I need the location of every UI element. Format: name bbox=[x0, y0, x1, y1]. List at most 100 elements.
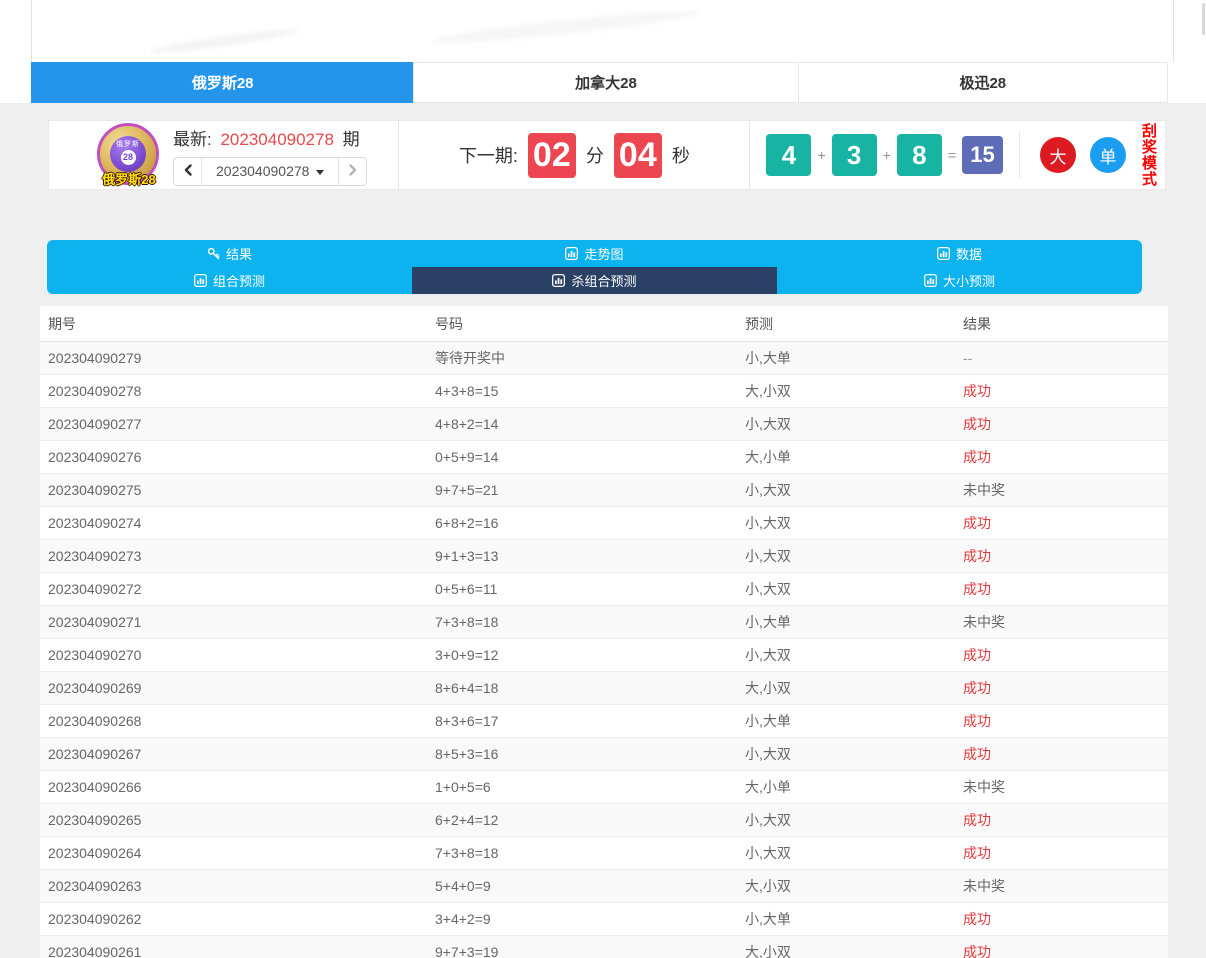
prediction-cell: 小,大单 bbox=[745, 711, 963, 731]
chart-icon bbox=[565, 247, 578, 260]
result-cell: -- bbox=[963, 350, 1168, 366]
lottery-logo: 俄罗斯 28 俄罗斯28 bbox=[97, 123, 161, 187]
tab-russia-28[interactable]: 俄罗斯28 bbox=[31, 62, 414, 103]
sum-box: 15 bbox=[962, 136, 1003, 174]
period-cell: 202304090275 bbox=[48, 482, 435, 498]
table-row: 202304090279等待开奖中小,大单-- bbox=[40, 342, 1168, 375]
prediction-cell: 小,大双 bbox=[745, 546, 963, 566]
nav-trend-chart[interactable]: 走势图 bbox=[412, 240, 777, 267]
result-cell: 成功 bbox=[963, 942, 1168, 958]
nav-results[interactable]: 结果 bbox=[47, 240, 412, 267]
drawn-number-box: 4 bbox=[766, 134, 811, 176]
numbers-cell: 9+7+3=19 bbox=[435, 944, 745, 958]
chart-icon bbox=[552, 274, 565, 287]
numbers-cell: 8+6+4=18 bbox=[435, 680, 745, 696]
period-cell: 202304090261 bbox=[48, 944, 435, 958]
result-cell: 成功 bbox=[963, 381, 1168, 401]
badge-odd: 单 bbox=[1090, 137, 1126, 173]
nav-big-small-prediction-label: 大小预测 bbox=[943, 271, 995, 290]
numbers-cell: 8+3+6=17 bbox=[435, 713, 745, 729]
chart-icon bbox=[194, 274, 207, 287]
chart-icon bbox=[937, 247, 950, 260]
numbers-cell: 0+5+9=14 bbox=[435, 449, 745, 465]
lottery-info-card: 俄罗斯 28 俄罗斯28 最新: 202304090278 期 20230409… bbox=[48, 120, 1166, 190]
scratch-mode-toggle[interactable]: 刮奖模式 bbox=[1140, 123, 1157, 187]
numbers-cell: 0+5+6=11 bbox=[435, 581, 745, 597]
result-cell: 成功 bbox=[963, 744, 1168, 764]
numbers-cell: 3+0+9=12 bbox=[435, 647, 745, 663]
table-row: 2023040902717+3+8=18小,大单未中奖 bbox=[40, 606, 1168, 639]
prediction-cell: 小,大双 bbox=[745, 645, 963, 665]
table-row: 2023040902760+5+9=14大,小单成功 bbox=[40, 441, 1168, 474]
result-cell: 成功 bbox=[963, 678, 1168, 698]
top-strip bbox=[0, 0, 1206, 62]
nav-data-label: 数据 bbox=[956, 244, 982, 263]
period-cell: 202304090278 bbox=[48, 383, 435, 399]
table-body: 202304090279等待开奖中小,大单--2023040902784+3+8… bbox=[40, 342, 1168, 958]
table-row: 2023040902661+0+5=6大,小单未中奖 bbox=[40, 771, 1168, 804]
nav-combo-prediction[interactable]: 组合预测 bbox=[47, 267, 412, 294]
result-cell: 成功 bbox=[963, 645, 1168, 665]
table-row: 2023040902784+3+8=15大,小双成功 bbox=[40, 375, 1168, 408]
period-cell: 202304090273 bbox=[48, 548, 435, 564]
numbers-cell: 4+8+2=14 bbox=[435, 416, 745, 432]
period-cell: 202304090264 bbox=[48, 845, 435, 861]
result-cell: 未中奖 bbox=[963, 612, 1168, 632]
numbers-cell: 8+5+3=16 bbox=[435, 746, 745, 762]
latest-suffix: 期 bbox=[343, 130, 360, 149]
result-cell: 成功 bbox=[963, 414, 1168, 434]
badge-big: 大 bbox=[1040, 137, 1076, 173]
latest-period-number: 202304090278 bbox=[220, 130, 333, 149]
key-icon bbox=[207, 247, 220, 260]
period-selector[interactable]: 202304090278 bbox=[201, 158, 339, 185]
table-row: 2023040902720+5+6=11小,大双成功 bbox=[40, 573, 1168, 606]
nav-trend-chart-label: 走势图 bbox=[584, 244, 623, 263]
previous-period-button[interactable] bbox=[174, 158, 201, 185]
latest-block: 最新: 202304090278 期 202304090278 bbox=[173, 125, 367, 186]
nav-big-small-prediction[interactable]: 大小预测 bbox=[777, 267, 1142, 294]
prediction-cell: 大,小双 bbox=[745, 678, 963, 698]
next-period-button[interactable] bbox=[339, 158, 366, 185]
latest-line: 最新: 202304090278 期 bbox=[173, 125, 367, 150]
countdown-seconds: 04 bbox=[614, 133, 662, 178]
panel-right-border bbox=[1173, 0, 1174, 62]
table-row: 2023040902635+4+0=9大,小双未中奖 bbox=[40, 870, 1168, 903]
table-header-row: 期号号码预测结果 bbox=[40, 306, 1168, 342]
lottery-logo-label: 俄罗斯28 bbox=[91, 169, 167, 188]
chevron-down-icon bbox=[316, 170, 324, 175]
draw-numbers: 4+3+8=15 bbox=[766, 134, 1003, 176]
prediction-cell: 大,小双 bbox=[745, 876, 963, 896]
nav-data[interactable]: 数据 bbox=[777, 240, 1142, 267]
numbers-cell: 9+1+3=13 bbox=[435, 548, 745, 564]
period-cell: 202304090262 bbox=[48, 911, 435, 927]
prediction-cell: 小,大单 bbox=[745, 909, 963, 929]
result-cell: 成功 bbox=[963, 579, 1168, 599]
period-header: 期号 bbox=[48, 314, 435, 334]
table-row: 2023040902647+3+8=18小,大双成功 bbox=[40, 837, 1168, 870]
numbers-cell: 5+4+0=9 bbox=[435, 878, 745, 894]
latest-label: 最新: bbox=[173, 130, 212, 149]
nav-kill-combo-prediction[interactable]: 杀组合预测 bbox=[412, 267, 777, 294]
result-badges: 大单 bbox=[1040, 137, 1140, 173]
result-cell: 未中奖 bbox=[963, 777, 1168, 797]
result-cell: 成功 bbox=[963, 711, 1168, 731]
tab-canada-28[interactable]: 加拿大28 bbox=[413, 62, 798, 103]
countdown-section: 下一期: 02 分 04 秒 bbox=[399, 121, 750, 189]
scrollbar-thumb[interactable] bbox=[1202, 3, 1205, 35]
result-cell: 成功 bbox=[963, 909, 1168, 929]
table-row: 2023040902656+2+4=12小,大双成功 bbox=[40, 804, 1168, 837]
numbers-cell: 等待开奖中 bbox=[435, 348, 745, 368]
table-row: 2023040902739+1+3=13小,大双成功 bbox=[40, 540, 1168, 573]
prediction-cell: 小,大双 bbox=[745, 414, 963, 434]
numbers-header: 号码 bbox=[435, 314, 745, 334]
result-cell: 成功 bbox=[963, 513, 1168, 533]
tab-jixun-28[interactable]: 极迅28 bbox=[798, 62, 1168, 103]
prediction-cell: 大,小双 bbox=[745, 942, 963, 958]
prediction-cell: 小,大双 bbox=[745, 744, 963, 764]
table-row: 2023040902698+6+4=18大,小双成功 bbox=[40, 672, 1168, 705]
prediction-cell: 小,大双 bbox=[745, 810, 963, 830]
panel-left-border bbox=[31, 0, 32, 62]
scratch-smudge bbox=[430, 6, 700, 48]
draw-result-section: 4+3+8=15 大单 刮奖模式 bbox=[750, 121, 1165, 189]
period-cell: 202304090265 bbox=[48, 812, 435, 828]
